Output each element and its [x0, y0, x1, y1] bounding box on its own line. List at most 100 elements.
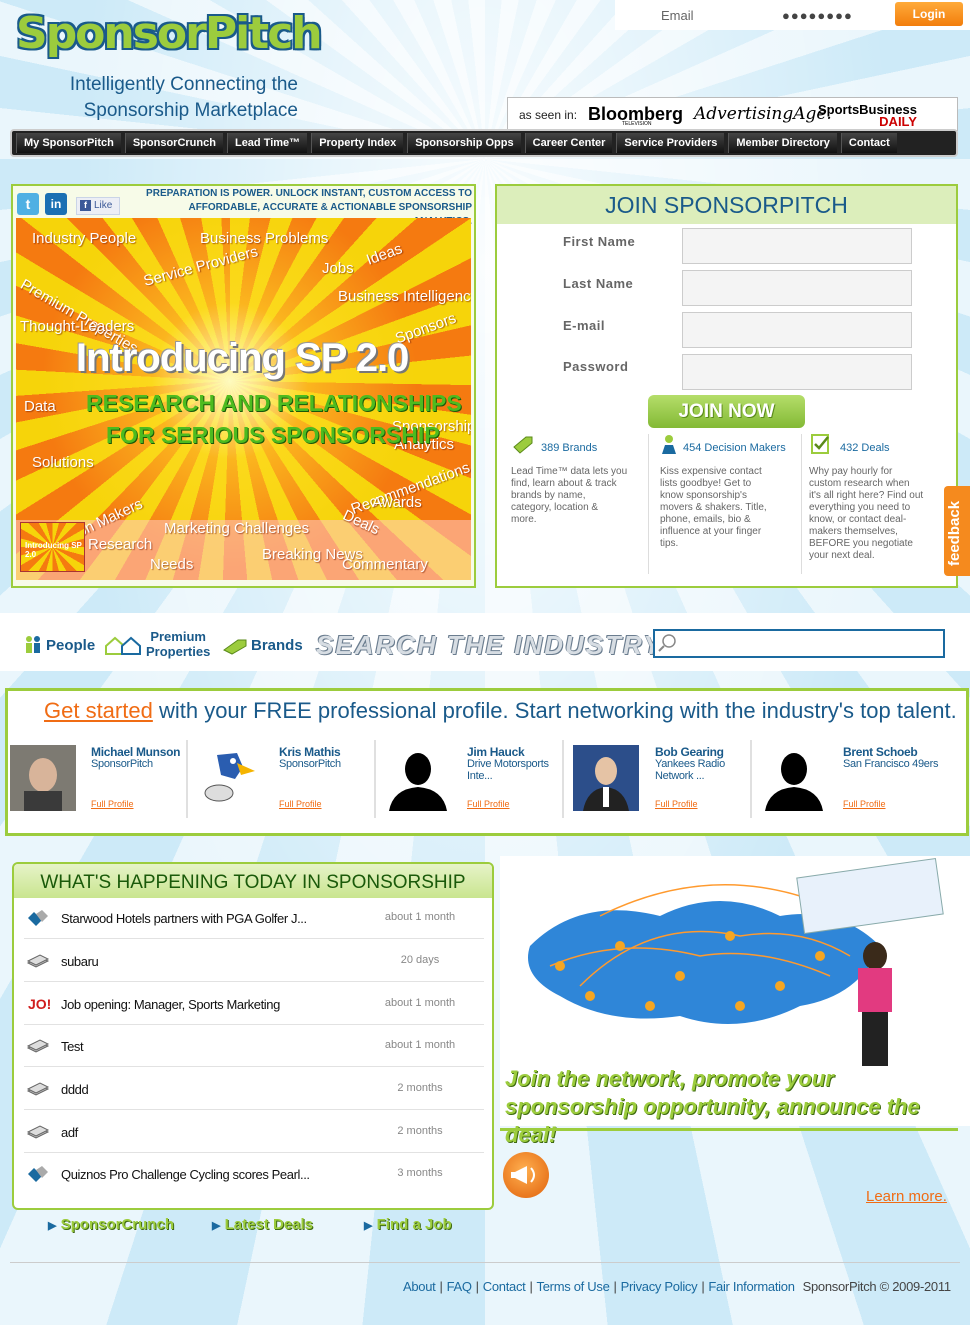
silhouette-icon [389, 753, 447, 811]
news-time: about 1 month [384, 997, 456, 1009]
deals-count[interactable]: 432 Deals [840, 442, 890, 454]
search-input[interactable] [653, 629, 945, 658]
brands-count[interactable]: 389 Brands [541, 442, 597, 454]
sponsorcrunch-link[interactable]: ▶ SponsorCrunch [48, 1216, 174, 1233]
news-time: 2 months [397, 1082, 443, 1094]
email-label: E-mail [563, 318, 606, 333]
nav-property-index[interactable]: Property Index [311, 133, 404, 153]
linkedin-icon[interactable]: in [45, 193, 67, 215]
avatar-photo-icon [10, 745, 76, 811]
nav-service-providers[interactable]: Service Providers [616, 133, 725, 153]
join-heading: JOIN SPONSORPITCH [497, 186, 956, 224]
nav-lead-time[interactable]: Lead Time™ [226, 133, 308, 153]
find-a-job-link[interactable]: ▶ Find a Job [364, 1216, 452, 1233]
person-name[interactable]: Brent Schoeb [843, 745, 918, 759]
decision-makers-count[interactable]: 454 Decision Makers [683, 442, 786, 454]
desc-line: Why pay hourly for [809, 466, 893, 477]
sp2-banner[interactable]: Industry People Business Problems Ideas … [16, 218, 471, 580]
search-people[interactable]: People [46, 637, 95, 654]
news-time: about 1 month [384, 1039, 456, 1051]
footer-fair-information[interactable]: Fair Information [708, 1279, 795, 1294]
email-field[interactable]: Email [661, 8, 694, 23]
desc-line: Kiss expensive contact [660, 466, 762, 477]
banner-thumbnail[interactable]: Introducing SP 2.0 [20, 522, 85, 572]
company-line: Yankees Radio [655, 758, 725, 770]
person-name[interactable]: Bob Gearing [655, 745, 724, 759]
news-title[interactable]: dddd [61, 1082, 89, 1097]
full-profile-link[interactable]: Full Profile [467, 799, 510, 809]
footer-sep: | [475, 1279, 479, 1294]
search-brands[interactable]: Brands [251, 637, 303, 654]
divider [186, 740, 188, 818]
twitter-icon[interactable]: t [17, 193, 39, 215]
person-name[interactable]: Michael Munson [91, 745, 180, 759]
person-company: SponsorPitch [279, 758, 341, 770]
full-profile-link[interactable]: Full Profile [843, 799, 886, 809]
nav-sponsorcrunch[interactable]: SponsorCrunch [124, 133, 223, 153]
email-input[interactable] [682, 312, 912, 348]
news-title[interactable]: Quiznos Pro Challenge Cycling scores Pea… [61, 1167, 310, 1182]
divider [500, 1128, 958, 1131]
feedback-tab[interactable]: feedback [944, 486, 970, 576]
login-button[interactable]: Login [895, 2, 963, 26]
tagline-line-2: Sponsorship Marketplace [83, 100, 298, 121]
tag-icon [223, 639, 247, 655]
person-name[interactable]: Jim Hauck [467, 745, 525, 759]
full-profile-link[interactable]: Full Profile [655, 799, 698, 809]
desc-line: find, learn about & track [511, 478, 617, 489]
desc-line: Lead Time™ data lets you [511, 466, 628, 477]
footer-sep: | [439, 1279, 443, 1294]
desc-line: custom research when [809, 478, 910, 489]
footer-privacy[interactable]: Privacy Policy [621, 1279, 698, 1294]
footer-terms[interactable]: Terms of Use [537, 1279, 610, 1294]
megaphone-glyph [511, 1166, 535, 1184]
avatar[interactable] [197, 745, 263, 811]
password-field[interactable]: ●●●●●●●● [782, 8, 853, 23]
nav-career-center[interactable]: Career Center [524, 133, 613, 153]
news-title[interactable]: Job opening: Manager, Sports Marketing [61, 997, 280, 1012]
logo[interactable]: SponsorPitch [16, 8, 323, 59]
first-name-input[interactable] [682, 228, 912, 264]
news-title[interactable]: Test [61, 1039, 84, 1054]
learn-more-link[interactable]: Learn more. [866, 1188, 947, 1205]
svg-text:JO!: JO! [28, 996, 50, 1012]
footer-contact[interactable]: Contact [483, 1279, 526, 1294]
news-title[interactable]: subaru [61, 954, 99, 969]
search-premium-properties[interactable]: Premium Properties [146, 629, 210, 659]
last-name-input[interactable] [682, 270, 912, 306]
nav-my-sponsorpitch[interactable]: My SponsorPitch [16, 133, 121, 153]
banner-word: Industry People [32, 230, 137, 247]
banner-word: Commentary [342, 556, 428, 573]
join-now-button[interactable]: JOIN NOW [648, 395, 805, 428]
avatar[interactable] [761, 745, 827, 811]
company-line: Inte... [467, 770, 493, 782]
as-seen-in-label: as seen in: [519, 108, 578, 122]
footer-faq[interactable]: FAQ [447, 1279, 472, 1294]
avatar[interactable] [573, 745, 639, 811]
brands-desc: Lead Time™ data lets you find, learn abo… [511, 466, 627, 526]
get-started-link[interactable]: Get started [44, 698, 153, 723]
nav-sponsorship-opps[interactable]: Sponsorship Opps [407, 133, 521, 153]
link-label: Latest Deals [224, 1216, 314, 1233]
check-icon [811, 434, 829, 454]
facebook-like-button[interactable]: f Like [76, 197, 120, 215]
decision-makers-desc: Kiss expensive contact lists goodbye! Ge… [660, 466, 767, 550]
full-profile-link[interactable]: Full Profile [279, 799, 322, 809]
desc-line: it's all right here? Find out [809, 490, 924, 501]
latest-deals-link[interactable]: ▶ Latest Deals [212, 1216, 313, 1233]
avatar[interactable] [10, 745, 76, 811]
nav-contact[interactable]: Contact [840, 133, 897, 153]
avatar[interactable] [385, 745, 451, 811]
full-profile-link[interactable]: Full Profile [91, 799, 134, 809]
person-name[interactable]: Kris Mathis [279, 745, 341, 759]
news-title[interactable]: Starwood Hotels partners with PGA Golfer… [61, 911, 307, 926]
footer-about[interactable]: About [403, 1279, 436, 1294]
search-icon[interactable] [656, 632, 678, 654]
money-icon [26, 1039, 50, 1053]
nav-member-directory[interactable]: Member Directory [728, 133, 837, 153]
sbd-line-2: DAILY [879, 114, 917, 129]
news-title[interactable]: adf [61, 1125, 78, 1140]
password-input[interactable] [682, 354, 912, 390]
silhouette-icon [765, 753, 823, 811]
person-icon [662, 435, 676, 454]
